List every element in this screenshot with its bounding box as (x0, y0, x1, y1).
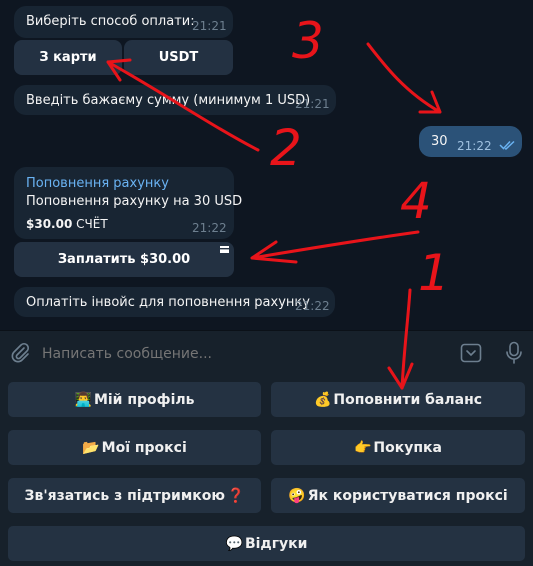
how-to-use-proxy-button[interactable]: 🤪 Як користуватися проксі (271, 478, 525, 513)
message-composer (0, 330, 533, 375)
invoice-amount-value: $30.00 (26, 217, 73, 231)
button-label: Відгуки (244, 535, 308, 552)
invoice-description: Поповнення рахунку на 30 USD (26, 194, 243, 209)
message-time: 21:21 (295, 97, 330, 111)
folder-icon: 📂 (82, 439, 100, 456)
button-label: Мій профіль (93, 391, 195, 408)
top-up-balance-button[interactable]: 💰 Поповнити баланс (271, 382, 525, 417)
button-label: Поповнити баланс (333, 391, 483, 408)
technologist-icon: 👨‍💻 (74, 391, 92, 408)
message-amount-prompt: Введіть бажаєму сумму (минимум 1 USD) 21… (14, 85, 336, 115)
zany-face-icon: 🤪 (288, 487, 306, 504)
button-label: Як користуватися проксі (307, 487, 508, 504)
message-input[interactable] (40, 342, 434, 366)
reviews-button[interactable]: 💬 Відгуки (8, 526, 525, 561)
message-text: 30 (431, 134, 448, 149)
pay-usdt-button[interactable]: USDT (124, 40, 233, 75)
chat-area: Виберіть способ оплати: 21:21 З карти US… (0, 0, 533, 330)
message-outgoing: 30 21:22 (419, 126, 522, 157)
purchase-button[interactable]: 👉 Покупка (271, 430, 525, 465)
pointing-hand-icon: 👉 (353, 439, 372, 456)
message-time: 21:22 (457, 139, 492, 153)
message-text: Введіть бажаєму сумму (минимум 1 USD) (26, 93, 311, 108)
button-label: Зв'язатись з підтримкою (24, 487, 226, 504)
button-label: Покупка (373, 439, 443, 456)
payment-card-icon (220, 246, 229, 253)
bot-keyboard-icon[interactable] (460, 343, 482, 363)
my-proxies-button[interactable]: 📂 Мої проксі (8, 430, 261, 465)
contact-support-button[interactable]: Зв'язатись з підтримкою ❓ (8, 478, 261, 513)
button-label: Мої проксі (101, 439, 187, 456)
invoice-title: Поповнення рахунку (26, 176, 169, 191)
attach-icon[interactable] (9, 342, 31, 364)
pay-by-card-button[interactable]: З карти (14, 40, 122, 75)
pay-invoice-button[interactable]: Заплатить $30.00 (14, 242, 234, 277)
money-bag-icon: 💰 (313, 391, 332, 408)
invoice-amount-suffix: СЧЁТ (76, 217, 108, 231)
microphone-icon[interactable] (505, 341, 523, 365)
invoice-amount: $30.00 СЧЁТ (26, 217, 108, 231)
message-payment-prompt: Виберіть способ оплати: 21:21 (14, 6, 233, 38)
my-profile-button[interactable]: 👨‍💻 Мій профіль (8, 382, 261, 417)
message-time: 21:22 (295, 299, 330, 313)
message-text: Оплатіть інвойс для поповнення рахунку (26, 295, 310, 310)
message-time: 21:22 (192, 221, 227, 235)
question-mark-icon: ❓ (227, 487, 245, 504)
message-pay-notice: Оплатіть інвойс для поповнення рахунку 2… (14, 287, 335, 317)
speech-bubble-icon: 💬 (225, 535, 243, 552)
message-time: 21:21 (192, 19, 227, 33)
pay-invoice-label: Заплатить $30.00 (57, 252, 191, 267)
message-invoice: Поповнення рахунку Поповнення рахунку на… (14, 167, 242, 239)
message-text: Виберіть способ оплати: (26, 14, 195, 29)
reply-keyboard: 👨‍💻 Мій профіль 💰 Поповнити баланс 📂 Мої… (0, 374, 533, 566)
double-check-icon (499, 140, 515, 150)
